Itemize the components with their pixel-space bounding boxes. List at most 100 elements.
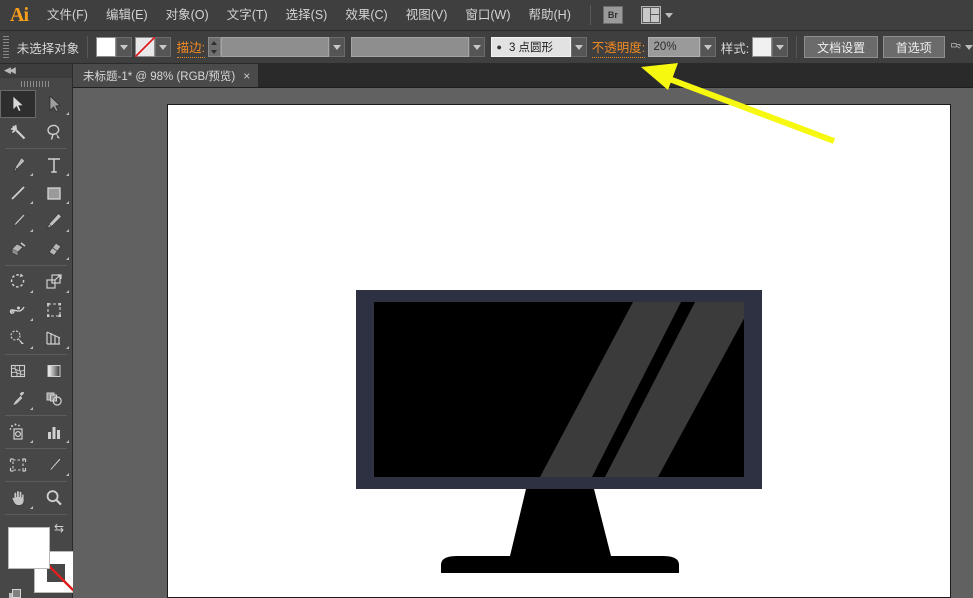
menu-effect[interactable]: 效果(C) — [336, 0, 396, 31]
chevron-down-icon — [119, 44, 128, 50]
fill-dropdown-button[interactable] — [115, 37, 132, 57]
menu-bar: Ai 文件(F) 编辑(E) 对象(O) 文字(T) 选择(S) 效果(C) 视… — [0, 0, 973, 31]
tool-flyout-indicator — [66, 440, 69, 443]
tool-divider-7 — [5, 514, 67, 515]
tool-flyout-indicator — [30, 440, 33, 443]
control-bar-grip[interactable] — [3, 36, 9, 58]
menu-type[interactable]: 文字(T) — [218, 0, 277, 31]
document-setup-button[interactable]: 文档设置 — [804, 36, 879, 58]
tool-lasso[interactable] — [36, 118, 72, 146]
opacity-label[interactable]: 不透明度: — [591, 37, 646, 58]
stroke-weight-control — [207, 37, 345, 57]
menu-file[interactable]: 文件(F) — [38, 0, 97, 31]
stroke-weight-stepper[interactable] — [207, 37, 221, 57]
tool-flyout-indicator — [30, 506, 33, 509]
stroke-swatch[interactable] — [135, 37, 156, 57]
preferences-button[interactable]: 首选项 — [882, 36, 945, 58]
panel-drag-grip[interactable] — [0, 78, 72, 90]
brush-definition-input[interactable]: ● 3 点圆形 — [490, 37, 571, 57]
panel-options-icon[interactable] — [950, 39, 961, 55]
tool-direct-selection[interactable] — [36, 90, 72, 118]
canvas-area[interactable] — [73, 88, 973, 598]
tool-pen[interactable] — [0, 151, 36, 179]
stroke-weight-dropdown-button[interactable] — [328, 37, 345, 57]
tool-flyout-indicator — [66, 112, 69, 115]
stroke-weight-input[interactable] — [220, 37, 329, 57]
tool-width[interactable] — [0, 296, 36, 324]
tool-artboard[interactable] — [0, 451, 36, 479]
tool-rectangle[interactable] — [36, 179, 72, 207]
document-tab-bar: 未标题-1* @ 98% (RGB/预览) × — [73, 64, 973, 88]
tool-magic-wand[interactable] — [0, 118, 36, 146]
tool-divider-4 — [5, 415, 67, 416]
tool-hand[interactable] — [0, 484, 36, 512]
tool-divider-6 — [5, 481, 67, 482]
gradient-icon — [47, 365, 61, 377]
tool-mesh[interactable] — [0, 357, 36, 385]
tool-selection[interactable] — [0, 90, 36, 118]
monitor-base — [441, 556, 679, 573]
arrange-documents-icon[interactable] — [640, 6, 661, 24]
tool-perspective-grid[interactable] — [36, 324, 72, 352]
tool-group-selection — [0, 90, 72, 146]
close-icon[interactable]: × — [243, 70, 250, 82]
width-icon — [9, 306, 25, 314]
fill-swatch[interactable] — [95, 37, 116, 57]
menu-select[interactable]: 选择(S) — [277, 0, 337, 31]
menu-object[interactable]: 对象(O) — [157, 0, 218, 31]
fill-proxy[interactable] — [8, 527, 50, 569]
graphic-style-dropdown-button[interactable] — [771, 37, 788, 57]
fill-stroke-proxy: ⇆ — [6, 521, 76, 598]
chevron-down-icon[interactable] — [964, 44, 973, 50]
stroke-profile-input[interactable] — [350, 37, 469, 57]
menu-view[interactable]: 视图(V) — [397, 0, 457, 31]
computer-monitor-illustration[interactable] — [168, 105, 952, 598]
menu-edit[interactable]: 编辑(E) — [97, 0, 157, 31]
chevron-down-icon[interactable] — [664, 12, 673, 18]
control-bar: 未选择对象 描边: ● 3 点圆形 不透明度: 20% 样式: 文档设置 首选项 — [0, 31, 973, 64]
menu-help[interactable]: 帮助(H) — [520, 0, 580, 31]
tool-pencil[interactable] — [36, 207, 72, 235]
opacity-dropdown-button[interactable] — [699, 37, 716, 57]
tool-line-segment[interactable] — [0, 179, 36, 207]
tool-eyedropper[interactable] — [0, 385, 36, 413]
mesh-icon — [10, 364, 26, 378]
tool-gradient[interactable] — [36, 357, 72, 385]
brush-dropdown-button[interactable] — [570, 37, 587, 57]
tools-panel-header: ◀◀ — [0, 64, 72, 78]
lasso-icon — [47, 124, 60, 140]
tool-slice[interactable] — [36, 451, 72, 479]
document-tab[interactable]: 未标题-1* @ 98% (RGB/预览) × — [73, 64, 260, 87]
collapse-panel-icon[interactable]: ◀◀ — [4, 65, 16, 76]
control-divider-1 — [87, 36, 88, 58]
tool-flyout-indicator — [66, 346, 69, 349]
tool-scale[interactable] — [36, 268, 72, 296]
stroke-dropdown-button[interactable] — [155, 37, 172, 57]
tool-eraser[interactable] — [36, 235, 72, 263]
swap-fill-stroke-icon[interactable]: ⇆ — [54, 521, 64, 535]
bridge-button[interactable]: Br — [602, 6, 623, 24]
tool-free-transform[interactable] — [36, 296, 72, 324]
default-fill-stroke-icon[interactable] — [8, 589, 22, 598]
tool-column-graph[interactable] — [36, 418, 72, 446]
tool-group-artboard-slice — [0, 451, 72, 479]
artboard[interactable] — [167, 104, 951, 598]
zoom-magnifier-icon — [46, 490, 62, 506]
chevron-down-icon — [159, 44, 168, 50]
tool-shape-builder[interactable] — [0, 324, 36, 352]
tool-zoom[interactable] — [36, 484, 72, 512]
stepper-up-icon — [211, 40, 218, 45]
tool-type[interactable] — [36, 151, 72, 179]
menu-window[interactable]: 窗口(W) — [456, 0, 519, 31]
tool-symbol-sprayer[interactable] — [0, 418, 36, 446]
shape-builder-icon — [10, 330, 24, 344]
stroke-label[interactable]: 描边: — [176, 37, 206, 58]
graphic-style-swatch[interactable] — [751, 37, 772, 57]
tool-blob-brush[interactable] — [0, 235, 36, 263]
tool-rotate[interactable] — [0, 268, 36, 296]
tool-paintbrush[interactable] — [0, 207, 36, 235]
chevron-down-icon — [703, 44, 712, 50]
tool-blend[interactable] — [36, 385, 72, 413]
stroke-profile-dropdown-button[interactable] — [468, 37, 485, 57]
opacity-field[interactable]: 20% — [647, 37, 700, 57]
